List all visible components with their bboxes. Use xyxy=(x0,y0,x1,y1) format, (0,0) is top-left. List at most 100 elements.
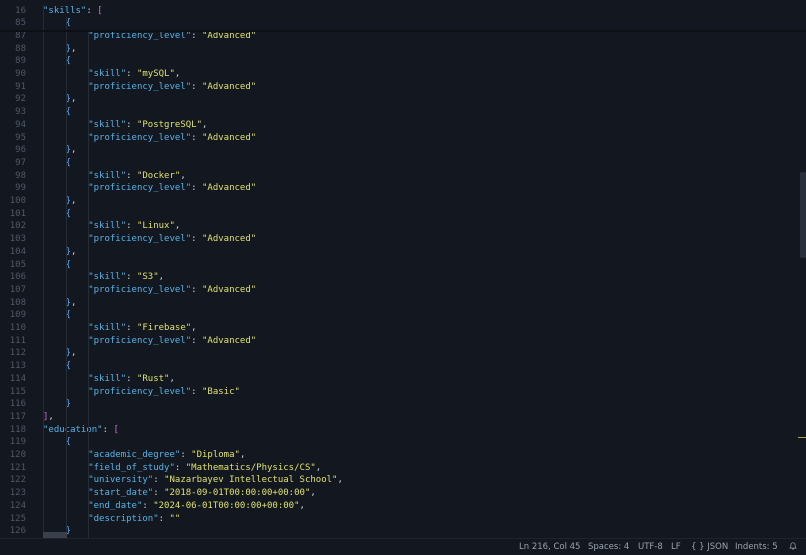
code-line[interactable]: 16 "skills": [ xyxy=(0,5,806,18)
json-key: "skill" xyxy=(88,221,127,232)
code-line[interactable]: 88}, xyxy=(0,43,806,56)
line-number: 88 xyxy=(15,43,26,54)
code-line[interactable]: 97{ xyxy=(0,157,806,170)
code-line[interactable]: 98 "skill": "Docker", xyxy=(0,170,806,183)
code-line[interactable]: 123 "start_date": "2018-09-01T00:00:00+00… xyxy=(0,487,806,500)
code-line[interactable]: 99 "proficiency_level": "Advanced" xyxy=(0,182,806,195)
code-line[interactable]: 116} xyxy=(0,398,806,411)
code-line[interactable]: 126} xyxy=(0,525,806,538)
line-number: 101 xyxy=(9,208,26,219)
json-punctuation: : xyxy=(191,132,202,143)
code-line[interactable]: 104}, xyxy=(0,246,806,259)
vertical-scrollbar[interactable] xyxy=(800,172,806,258)
code-line[interactable]: 103 "proficiency_level": "Advanced" xyxy=(0,233,806,246)
json-key: "university" xyxy=(88,475,154,486)
json-punctuation: : xyxy=(191,234,202,245)
json-punctuation: , xyxy=(315,462,322,473)
indents-count[interactable]: Indents: 5 xyxy=(735,542,778,552)
code-line[interactable]: 121 "field_of_study": "Mathematics/Physic… xyxy=(0,462,806,475)
code-line[interactable]: 122 "university": "Nazarbayev Intellectua… xyxy=(0,474,806,487)
json-string: "PostgreSQL" xyxy=(136,119,202,130)
code-line[interactable]: 100}, xyxy=(0,195,806,208)
line-number: 121 xyxy=(9,462,26,473)
code-line[interactable]: 85{ xyxy=(0,17,806,30)
json-string: "2024-06-01T00:00:00+00:00" xyxy=(153,500,300,511)
code-line[interactable]: 120 "academic_degree": "Diploma", xyxy=(0,449,806,462)
code-line[interactable]: 92}, xyxy=(0,93,806,106)
json-punctuation: , xyxy=(71,297,77,308)
code-line[interactable]: 107 "proficiency_level": "Advanced" xyxy=(0,284,806,297)
code-line[interactable]: 115 "proficiency_level": "Basic" xyxy=(0,386,806,399)
language-mode[interactable]: { } JSON xyxy=(691,542,728,552)
indent-guide xyxy=(65,17,67,538)
line-code: "skill": "Rust", xyxy=(88,373,175,386)
json-key: "start_date" xyxy=(88,488,154,499)
code-editor[interactable]: 16 "skills": [85{87 "proficiency_level": "… xyxy=(0,0,806,538)
code-line[interactable]: 111 "proficiency_level": "Advanced" xyxy=(0,335,806,348)
bell-icon[interactable] xyxy=(789,542,797,550)
line-number: 111 xyxy=(9,335,26,346)
code-line[interactable]: 106 "skill": "S3", xyxy=(0,271,806,284)
code-line[interactable]: 96}, xyxy=(0,144,806,157)
line-number: 109 xyxy=(9,310,26,321)
line-code: "skill": "S3", xyxy=(88,271,164,284)
line-number: 107 xyxy=(9,284,26,295)
line-number: 93 xyxy=(15,107,26,118)
json-string: "Basic" xyxy=(201,386,240,397)
code-line[interactable]: 90 "skill": "mySQL", xyxy=(0,68,806,81)
code-line[interactable]: 124 "end_date": "2024-06-01T00:00:00+00:0… xyxy=(0,500,806,513)
json-string: "Mathematics/Physics/CS" xyxy=(185,462,316,473)
indentation-spaces[interactable]: Spaces: 4 xyxy=(588,542,629,552)
code-line[interactable]: 105{ xyxy=(0,259,806,272)
code-line[interactable]: 102 "skill": "Linux", xyxy=(0,220,806,233)
code-line[interactable]: 125 "description": "" xyxy=(0,513,806,526)
code-line[interactable]: 101{ xyxy=(0,208,806,221)
line-number: 92 xyxy=(15,94,26,105)
line-number: 117 xyxy=(9,411,26,422)
json-punctuation: : xyxy=(153,488,165,499)
code-line[interactable]: 113{ xyxy=(0,360,806,373)
line-code: "start_date": "2018-09-01T00:00:00+00:00… xyxy=(88,487,316,500)
line-code: "skills": [ xyxy=(43,5,103,18)
code-line[interactable]: 114 "skill": "Rust", xyxy=(0,373,806,386)
line-code: "academic_degree": "Diploma", xyxy=(88,449,245,462)
json-punctuation: , xyxy=(158,272,165,283)
code-line[interactable]: 118 "education": [ xyxy=(0,424,806,437)
json-key: "skill" xyxy=(88,272,127,283)
json-punctuation: : xyxy=(180,450,192,460)
line-number: 90 xyxy=(15,69,26,79)
json-punctuation: : xyxy=(191,30,202,41)
json-punctuation: , xyxy=(337,475,343,486)
json-punctuation: , xyxy=(71,348,77,359)
json-punctuation: , xyxy=(71,94,77,105)
json-string: "Firebase" xyxy=(136,323,192,333)
json-punctuation: , xyxy=(310,488,316,499)
json-punctuation: : xyxy=(191,81,202,92)
line-number: 124 xyxy=(9,500,26,511)
code-line[interactable]: 95 "proficiency_level": "Advanced" xyxy=(0,132,806,145)
cursor-position[interactable]: Ln 216, Col 45 xyxy=(519,542,580,552)
line-ending[interactable]: LF xyxy=(671,542,681,552)
code-line[interactable]: 91 "proficiency_level": "Advanced" xyxy=(0,81,806,94)
line-number: 94 xyxy=(15,119,26,130)
file-encoding[interactable]: UTF-8 xyxy=(638,542,663,552)
line-number: 116 xyxy=(9,399,26,410)
code-line[interactable]: 93{ xyxy=(0,106,806,119)
json-string: "mySQL" xyxy=(136,69,175,79)
code-line[interactable]: 119{ xyxy=(0,436,806,449)
json-punctuation: : xyxy=(126,69,137,79)
json-punctuation: : xyxy=(126,119,137,130)
code-line[interactable]: 109{ xyxy=(0,309,806,322)
line-number: 114 xyxy=(9,373,26,384)
line-code: "description": "" xyxy=(88,513,180,526)
code-line[interactable]: 94 "skill": "PostgreSQL", xyxy=(0,119,806,132)
code-line[interactable]: 112}, xyxy=(0,347,806,360)
code-line[interactable]: 110 "skill": "Firebase", xyxy=(0,322,806,335)
line-code: "end_date": "2024-06-01T00:00:00+00:00", xyxy=(88,500,305,513)
json-punctuation: , xyxy=(71,43,77,54)
json-string: "Advanced" xyxy=(201,30,257,41)
code-line[interactable]: 89{ xyxy=(0,55,806,68)
code-line[interactable]: 108}, xyxy=(0,297,806,310)
line-number: 97 xyxy=(15,157,26,168)
code-line[interactable]: 117], xyxy=(0,411,806,424)
